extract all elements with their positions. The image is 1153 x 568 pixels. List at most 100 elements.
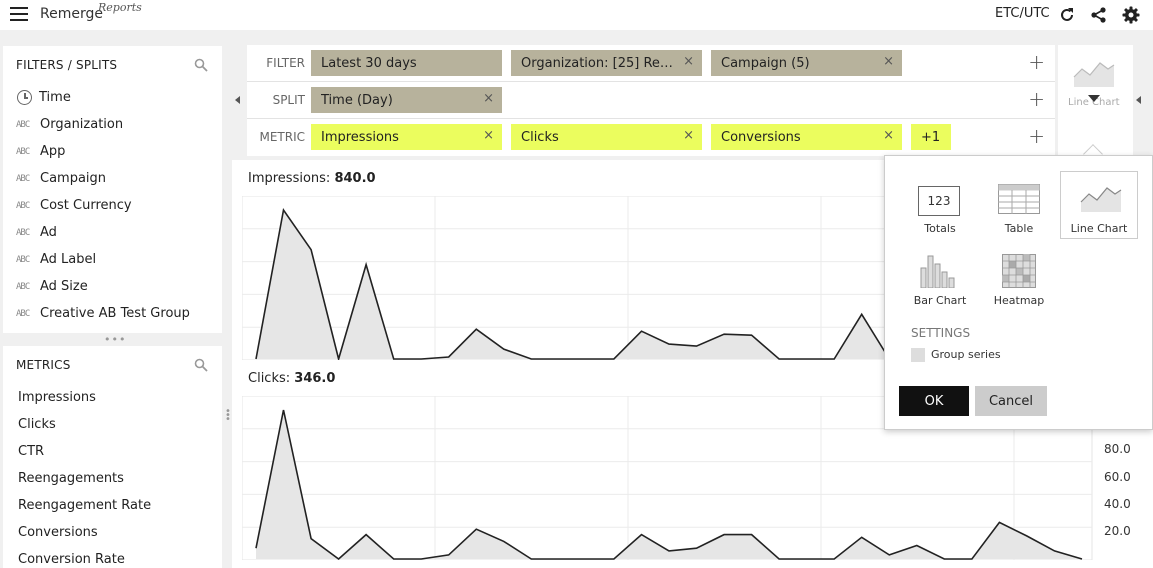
- bar-chart-icon: [920, 255, 955, 288]
- viz-option-bar-chart[interactable]: Bar Chart: [901, 244, 979, 312]
- data-point[interactable]: [885, 551, 893, 559]
- metric-pill[interactable]: Impressions ×: [311, 124, 502, 150]
- metric-item-conversions[interactable]: Conversions: [3, 519, 222, 546]
- group-series-checkbox[interactable]: [911, 348, 925, 362]
- filter-pill[interactable]: Campaign (5) ×: [711, 50, 902, 76]
- metric-item-reengagements[interactable]: Reengagements: [3, 465, 222, 492]
- data-point[interactable]: [693, 342, 701, 350]
- heatmap-icon: [1002, 254, 1036, 288]
- sidebar-item-ad-label[interactable]: ABC Ad Label: [3, 246, 222, 273]
- more-metrics-pill[interactable]: +1: [911, 124, 951, 150]
- viz-option-label: Table: [1004, 222, 1034, 235]
- metric-item-impressions[interactable]: Impressions: [3, 384, 222, 411]
- collapse-right-icon[interactable]: [1136, 96, 1141, 104]
- split-pill[interactable]: Time (Day) ×: [311, 87, 502, 113]
- filter-pill[interactable]: Organization: [25] Remerge Test Account …: [511, 50, 702, 76]
- metric-pill[interactable]: Clicks ×: [511, 124, 702, 150]
- viz-option-label: Heatmap: [993, 294, 1045, 307]
- data-point[interactable]: [665, 547, 673, 555]
- data-point[interactable]: [472, 525, 480, 533]
- sidebar-item-app[interactable]: ABC App: [3, 138, 222, 165]
- refresh-icon[interactable]: [1058, 6, 1076, 24]
- share-icon[interactable]: [1090, 6, 1108, 24]
- sidebar-item-label: App: [40, 144, 66, 159]
- add-metric-button[interactable]: +: [1028, 126, 1045, 146]
- pill-label: Clicks: [521, 129, 559, 145]
- panel-title: METRICS: [16, 358, 71, 372]
- remove-icon[interactable]: ×: [483, 128, 494, 143]
- data-point[interactable]: [1051, 547, 1059, 555]
- collapse-left-icon[interactable]: [235, 96, 240, 104]
- data-point[interactable]: [280, 406, 288, 414]
- cancel-button[interactable]: Cancel: [975, 386, 1047, 416]
- panel-resize-handle[interactable]: •••: [104, 333, 126, 346]
- data-point[interactable]: [307, 246, 315, 254]
- metric-item-clicks[interactable]: Clicks: [3, 411, 222, 438]
- data-point[interactable]: [500, 537, 508, 545]
- data-point[interactable]: [472, 325, 480, 333]
- data-point[interactable]: [665, 340, 673, 348]
- remove-icon[interactable]: ×: [883, 54, 894, 69]
- data-point[interactable]: [500, 345, 508, 353]
- sidebar-item-organization[interactable]: ABC Organization: [3, 111, 222, 138]
- sidebar-item-ad[interactable]: ABC Ad: [3, 219, 222, 246]
- filter-row: FILTER Latest 30 days Organization: [25]…: [247, 45, 1055, 82]
- filter-split-bar: FILTER Latest 30 days Organization: [25]…: [247, 45, 1055, 156]
- sidebar-resize-handle[interactable]: • • •: [225, 407, 231, 425]
- chart-title-impressions: Impressions: 840.0: [248, 171, 376, 186]
- data-point[interactable]: [913, 542, 921, 550]
- data-point[interactable]: [1023, 532, 1031, 540]
- viz-option-table[interactable]: Table: [980, 172, 1058, 240]
- menu-icon[interactable]: [10, 7, 28, 23]
- remove-icon[interactable]: ×: [683, 54, 694, 69]
- data-point[interactable]: [720, 330, 728, 338]
- ok-button[interactable]: OK: [899, 386, 969, 416]
- data-point[interactable]: [693, 544, 701, 552]
- sidebar-item-ad-size[interactable]: ABC Ad Size: [3, 273, 222, 300]
- sidebar-item-label: Organization: [40, 117, 124, 132]
- search-icon[interactable]: [194, 358, 208, 372]
- filter-pill[interactable]: Latest 30 days: [311, 50, 502, 76]
- data-point[interactable]: [252, 544, 260, 552]
- data-point[interactable]: [362, 531, 370, 539]
- viz-option-totals[interactable]: 123 Totals: [901, 172, 979, 240]
- pill-label: Time (Day): [321, 92, 393, 108]
- gear-icon[interactable]: [1122, 6, 1140, 24]
- data-point[interactable]: [362, 261, 370, 269]
- data-point[interactable]: [638, 327, 646, 335]
- search-icon[interactable]: [194, 58, 208, 72]
- data-point[interactable]: [748, 331, 756, 339]
- metric-item-ctr[interactable]: CTR: [3, 438, 222, 465]
- chart-title-clicks: Clicks: 346.0: [248, 371, 335, 386]
- viz-option-line-chart[interactable]: Line Chart: [1060, 171, 1138, 239]
- metric-item-reengagement-rate[interactable]: Reengagement Rate: [3, 492, 222, 519]
- viz-option-heatmap[interactable]: Heatmap: [980, 244, 1058, 312]
- abc-icon: ABC: [16, 254, 30, 265]
- data-point[interactable]: [995, 518, 1003, 526]
- remove-icon[interactable]: ×: [683, 128, 694, 143]
- sidebar-item-cost-currency[interactable]: ABC Cost Currency: [3, 192, 222, 219]
- sidebar-item-creative-ab-test-group[interactable]: ABC Creative AB Test Group: [3, 300, 222, 327]
- data-point[interactable]: [858, 533, 866, 541]
- data-point[interactable]: [748, 531, 756, 539]
- timezone-selector[interactable]: ETC/UTC: [995, 6, 1050, 21]
- data-point[interactable]: [858, 310, 866, 318]
- data-point[interactable]: [280, 206, 288, 214]
- settings-label: SETTINGS: [911, 326, 971, 340]
- sidebar-item-time[interactable]: Time: [3, 84, 222, 111]
- remove-icon[interactable]: ×: [483, 91, 494, 106]
- add-split-button[interactable]: +: [1028, 89, 1045, 109]
- data-point[interactable]: [445, 551, 453, 559]
- remove-icon[interactable]: ×: [883, 128, 894, 143]
- metrics-panel: METRICS Impressions Clicks CTR Reengagement…: [3, 346, 222, 568]
- metric-pill[interactable]: Conversions ×: [711, 124, 902, 150]
- y-tick-label: 20.0: [1104, 524, 1131, 538]
- data-point[interactable]: [638, 531, 646, 539]
- data-point[interactable]: [720, 531, 728, 539]
- data-point[interactable]: [307, 535, 315, 543]
- add-filter-button[interactable]: +: [1028, 52, 1045, 72]
- metric-total: 840.0: [334, 171, 376, 186]
- visualization-toggle[interactable]: Line Chart: [1058, 45, 1133, 156]
- sidebar-item-campaign[interactable]: ABC Campaign: [3, 165, 222, 192]
- metric-item-conversion-rate[interactable]: Conversion Rate: [3, 546, 222, 568]
